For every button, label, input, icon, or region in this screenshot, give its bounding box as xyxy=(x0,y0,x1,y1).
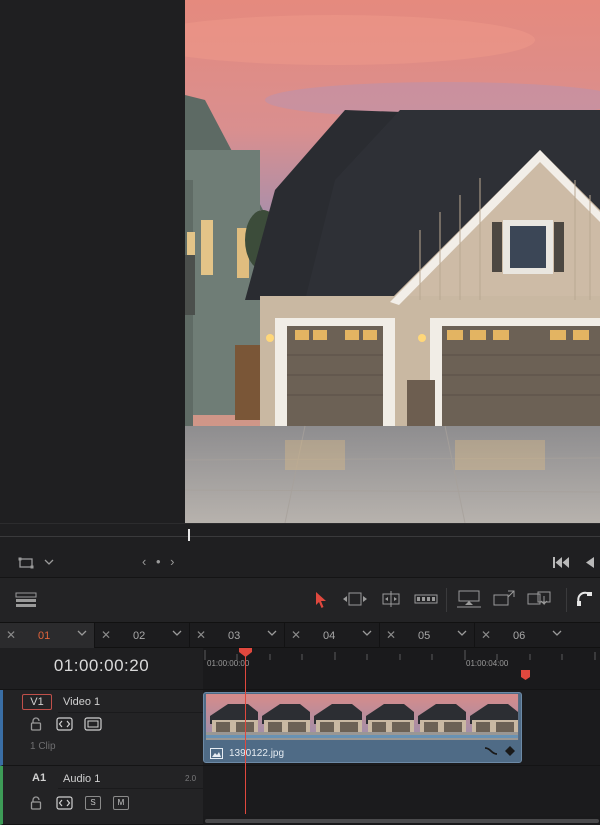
tab-label: 01 xyxy=(38,630,51,642)
blade-edit-icon[interactable] xyxy=(414,591,438,610)
video-track-header[interactable]: V1 Video 1 1 Clip xyxy=(0,690,203,766)
keyframe-icon[interactable] xyxy=(504,745,516,760)
trim-edit-icon[interactable] xyxy=(342,590,368,611)
scrubber-track[interactable] xyxy=(0,536,600,537)
chevron-down-icon[interactable] xyxy=(267,628,277,641)
timecode-display[interactable]: 01:00:00:20 xyxy=(0,648,203,690)
tab-timeline-01[interactable]: ✕ 01 xyxy=(0,623,95,648)
chevron-down-icon[interactable] xyxy=(457,628,467,641)
track-id-v1[interactable]: V1 xyxy=(22,694,52,710)
timeline-scrollbar[interactable] xyxy=(203,816,600,825)
end-marker-icon[interactable] xyxy=(521,670,530,683)
chevron-down-icon[interactable] xyxy=(172,628,182,641)
jump-to-start-icon[interactable] xyxy=(552,556,570,572)
close-icon[interactable]: ✕ xyxy=(196,628,206,642)
chevron-down-icon[interactable] xyxy=(552,628,562,641)
mute-button[interactable]: M xyxy=(113,796,129,810)
close-icon[interactable]: ✕ xyxy=(386,628,396,642)
toolbar-divider xyxy=(446,588,447,612)
tab-label: 06 xyxy=(513,630,526,642)
tab-label: 04 xyxy=(323,630,336,642)
toolbar-divider xyxy=(566,588,567,612)
clip-count: 1 Clip xyxy=(30,741,56,752)
tab-timeline-04[interactable]: ✕ 04 xyxy=(285,623,380,648)
audio-track-header[interactable]: A1 Audio 1 2.0 S M xyxy=(0,766,203,825)
play-reverse-icon[interactable] xyxy=(584,556,596,572)
tab-label: 03 xyxy=(228,630,241,642)
viewer-image xyxy=(185,0,600,523)
tab-timeline-03[interactable]: ✕ 03 xyxy=(190,623,285,648)
close-icon[interactable]: ✕ xyxy=(481,628,491,642)
close-icon[interactable]: ✕ xyxy=(291,628,301,642)
transport-bar: ‹ • › xyxy=(0,549,600,577)
scrubber-bar[interactable] xyxy=(0,523,600,549)
chevron-down-icon[interactable] xyxy=(44,557,54,570)
ruler-mark-label: 01:00:04:00 xyxy=(466,659,509,668)
solo-button[interactable]: S xyxy=(85,796,101,810)
close-icon[interactable]: ✕ xyxy=(101,628,111,642)
clip-thumbnails xyxy=(206,694,519,740)
scrubber-handle[interactable] xyxy=(188,529,190,541)
replace-clip-icon[interactable] xyxy=(526,589,552,612)
viewer xyxy=(0,0,600,523)
scrollbar-thumb[interactable] xyxy=(205,819,599,823)
edit-toolbar xyxy=(0,577,600,622)
close-icon[interactable]: ✕ xyxy=(6,628,16,642)
tab-label: 02 xyxy=(133,630,146,642)
timeline-tabs: ✕ 01 ✕ 02 ✕ 03 ✕ 04 ✕ 05 ✕ 06 xyxy=(0,622,600,648)
disable-video-track-icon[interactable] xyxy=(84,717,102,734)
timeline-view-options-icon[interactable] xyxy=(15,592,37,611)
timeline-ruler[interactable]: 01:00:00:00 01:00:04:00 xyxy=(203,648,600,690)
track-id-a1[interactable]: A1 xyxy=(32,772,46,784)
video-clip[interactable]: 1390122.jpg xyxy=(203,692,522,763)
image-icon xyxy=(210,748,223,762)
tab-timeline-02[interactable]: ✕ 02 xyxy=(95,623,190,648)
auto-track-select-icon[interactable] xyxy=(56,796,73,813)
selection-pointer-icon[interactable] xyxy=(314,591,328,612)
tab-timeline-05[interactable]: ✕ 05 xyxy=(380,623,475,648)
track-name[interactable]: Audio 1 xyxy=(63,773,100,785)
transform-icon[interactable] xyxy=(18,556,34,573)
ruler-start-label: 01:00:00:00 xyxy=(207,659,250,668)
dynamic-trim-icon[interactable] xyxy=(378,590,404,611)
chevron-down-icon[interactable] xyxy=(77,628,87,641)
divider xyxy=(58,788,203,789)
insert-clip-icon[interactable] xyxy=(456,589,482,612)
track-name[interactable]: Video 1 xyxy=(63,696,100,708)
lock-icon[interactable] xyxy=(30,717,42,734)
lock-icon[interactable] xyxy=(30,796,42,813)
current-timecode: 01:00:00:20 xyxy=(53,656,150,675)
clip-nav-dots[interactable]: ‹ • › xyxy=(142,554,177,569)
playhead-line[interactable] xyxy=(245,656,246,814)
viewer-side-panel xyxy=(0,0,185,523)
tab-label: 05 xyxy=(418,630,431,642)
chevron-down-icon[interactable] xyxy=(362,628,372,641)
playhead-handle[interactable] xyxy=(239,648,252,657)
overwrite-clip-icon[interactable] xyxy=(492,589,516,612)
tab-timeline-06[interactable]: ✕ 06 xyxy=(475,623,600,648)
audio-level: 2.0 xyxy=(185,774,197,783)
snapping-magnet-icon[interactable] xyxy=(576,590,594,611)
clip-name: 1390122.jpg xyxy=(229,748,285,759)
curve-icon[interactable] xyxy=(484,745,498,760)
divider xyxy=(58,712,203,713)
auto-track-select-icon[interactable] xyxy=(56,717,73,734)
